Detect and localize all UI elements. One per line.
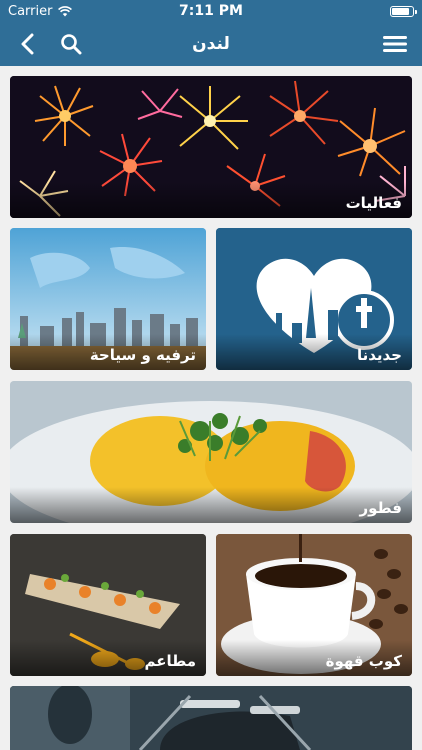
tile-breakfast[interactable]: فطور: [10, 381, 412, 523]
interior-image: [10, 686, 412, 750]
tile-label: جديدنا: [216, 334, 412, 370]
tile-restaurants[interactable]: مطاعم: [10, 534, 206, 676]
tile-coffee[interactable]: كوب قهوة: [216, 534, 412, 676]
chevron-left-icon: [21, 33, 34, 55]
search-button[interactable]: [58, 31, 84, 57]
tile-new[interactable]: جديدنا: [216, 228, 412, 370]
tile-label: مطاعم: [10, 640, 206, 676]
battery-icon: [390, 5, 417, 17]
status-left: Carrier: [8, 3, 73, 19]
carrier-label: Carrier: [8, 3, 53, 19]
nav-left-actions: [14, 31, 84, 57]
tile-events[interactable]: فعاليات: [10, 76, 412, 218]
tile-label: فعاليات: [10, 182, 412, 218]
search-icon: [61, 34, 82, 55]
status-bar: Carrier 7:11 PM: [0, 0, 422, 22]
wifi-icon: [58, 5, 73, 16]
tile-more[interactable]: [10, 686, 412, 750]
back-button[interactable]: [14, 31, 40, 57]
menu-button[interactable]: [382, 31, 408, 57]
tile-label: فطور: [10, 487, 412, 523]
tile-tourism[interactable]: ترفيه و سياحة: [10, 228, 206, 370]
hamburger-menu-icon: [383, 36, 407, 52]
nav-bar: لندن: [0, 22, 422, 66]
tile-label: ترفيه و سياحة: [10, 334, 206, 370]
tile-label: كوب قهوة: [216, 640, 412, 676]
